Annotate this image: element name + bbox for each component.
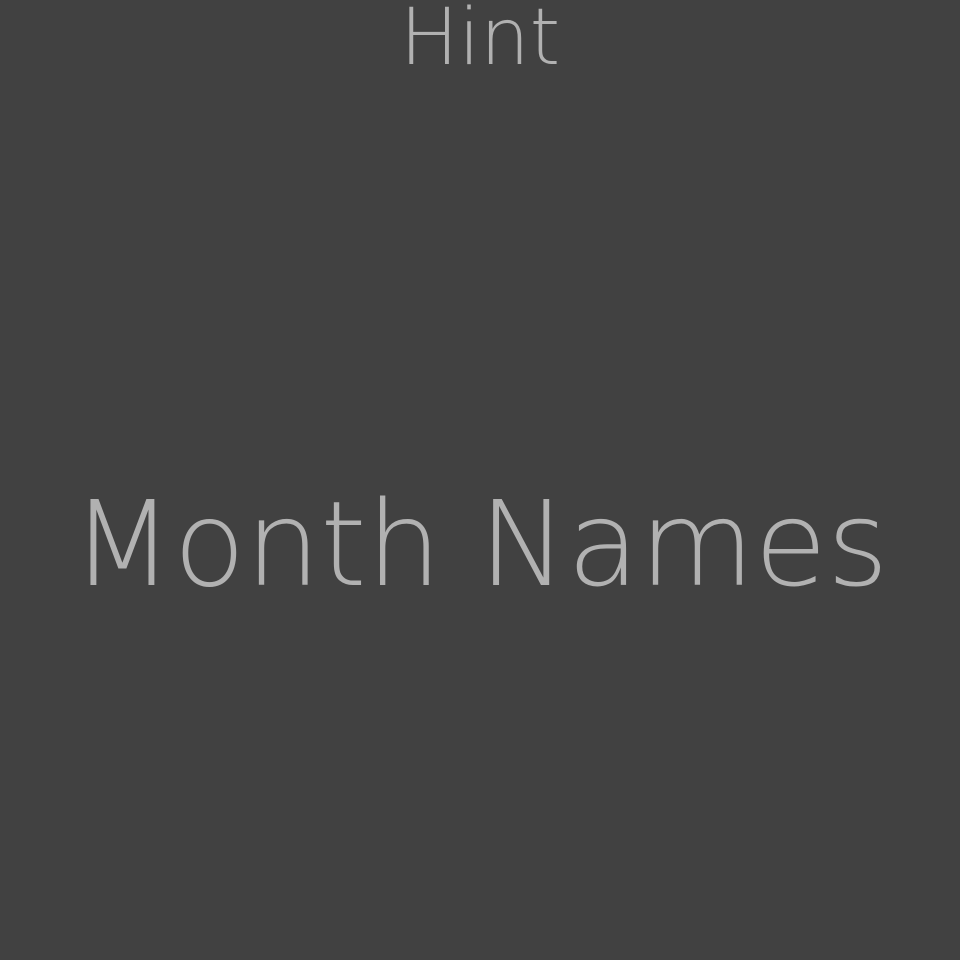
hint-text: Month Names (71, 475, 889, 613)
hint-screen: Hint Month Names (0, 0, 960, 960)
screen-title: Hint (399, 0, 561, 83)
